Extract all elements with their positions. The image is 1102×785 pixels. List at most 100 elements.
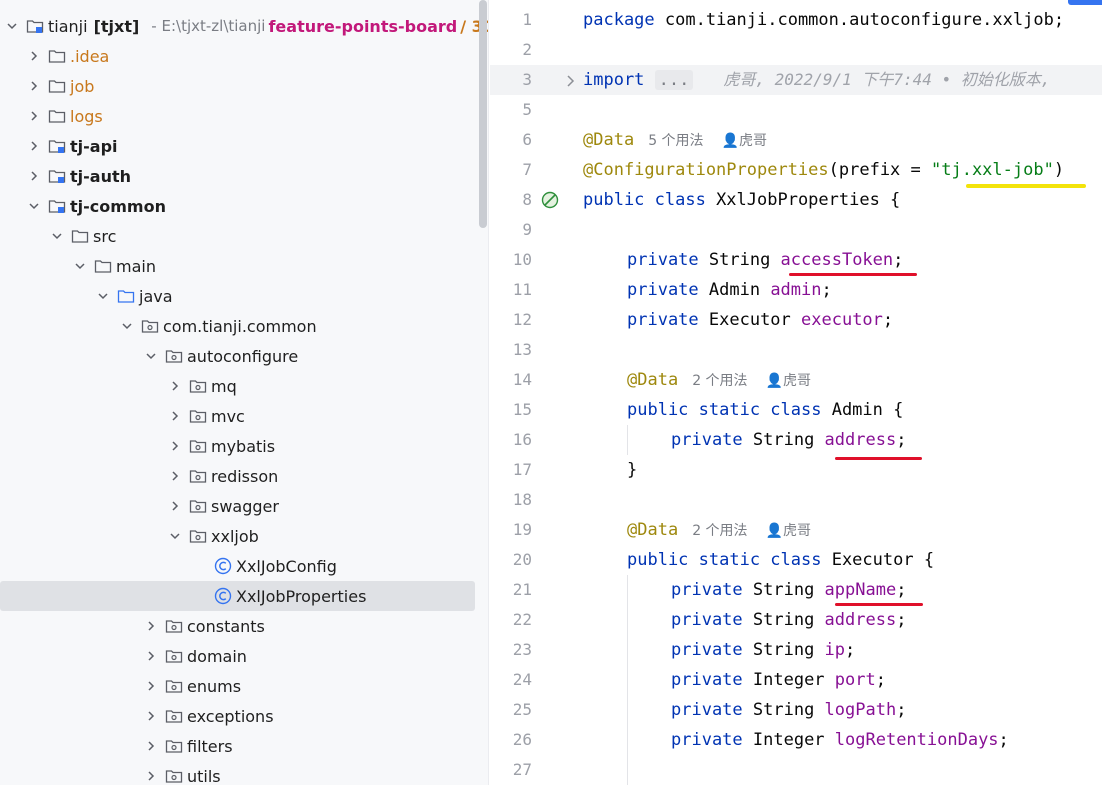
line-number: 1 xyxy=(522,10,532,29)
tree-item-mvc[interactable]: mvc xyxy=(0,401,480,431)
chevron-right-icon[interactable] xyxy=(143,618,159,634)
tree-item-tj-api[interactable]: tj-api xyxy=(0,131,480,161)
chevron-right-icon[interactable] xyxy=(26,168,42,184)
chevron-right-icon[interactable] xyxy=(143,648,159,664)
tree-item-xxljobproperties[interactable]: XxlJobProperties xyxy=(0,581,475,611)
chevron-right-icon[interactable] xyxy=(143,708,159,724)
spring-bean-gutter-icon[interactable] xyxy=(541,191,559,209)
line-number: 27 xyxy=(512,760,532,779)
code-line-10[interactable]: 10 private String accessToken; xyxy=(490,245,1102,275)
chevron-right-icon[interactable] xyxy=(26,108,42,124)
code-line-19[interactable]: 19 @Data 2 个用法 👤虎哥 xyxy=(490,515,1102,545)
tree-item-idea[interactable]: .idea xyxy=(0,41,480,71)
code-line-25[interactable]: 25 private String logPath; xyxy=(490,695,1102,725)
code-line-20[interactable]: 20 public static class Executor { xyxy=(490,545,1102,575)
tree-item-root[interactable]: tianji [tjxt] - E:\tjxt-zl\tianji featur… xyxy=(0,11,488,41)
chevron-right-icon[interactable] xyxy=(26,48,42,64)
module-folder-icon xyxy=(48,167,66,185)
tree-item-enums[interactable]: enums xyxy=(0,671,480,701)
chevron-down-icon[interactable] xyxy=(49,228,65,244)
author-hint[interactable]: 虎哥 xyxy=(739,133,767,149)
folded-code-placeholder[interactable]: ... xyxy=(654,70,694,90)
git-blame-annotation: 虎哥, 2022/9/1 下午7:44 • 初始化版本, xyxy=(723,70,1051,89)
code-line-2[interactable]: 2 xyxy=(490,35,1102,65)
code-line-18[interactable]: 18 xyxy=(490,485,1102,515)
tree-item-utils[interactable]: utils xyxy=(0,761,480,785)
chevron-right-icon[interactable] xyxy=(167,408,183,424)
code-line-5[interactable]: 5 xyxy=(490,95,1102,125)
code-line-23[interactable]: 23 private String ip; xyxy=(490,635,1102,665)
chevron-right-icon[interactable] xyxy=(143,738,159,754)
chevron-right-icon[interactable] xyxy=(26,138,42,154)
code-editor[interactable]: 1 package com.tianji.common.autoconfigur… xyxy=(490,0,1102,785)
line-number: 9 xyxy=(522,220,532,239)
chevron-down-icon[interactable] xyxy=(143,348,159,364)
chevron-right-icon[interactable] xyxy=(167,468,183,484)
tree-item-domain[interactable]: domain xyxy=(0,641,480,671)
code-line-24[interactable]: 24 private Integer port; xyxy=(490,665,1102,695)
code-line-27[interactable]: 27 xyxy=(490,755,1102,785)
tree-item-java[interactable]: java xyxy=(0,281,480,311)
code-line-16[interactable]: 16 private String address; xyxy=(490,425,1102,455)
code-line-6[interactable]: 6 @Data 5 个用法 👤虎哥 xyxy=(490,125,1102,155)
chevron-down-icon[interactable] xyxy=(119,318,135,334)
chevron-down-icon[interactable] xyxy=(26,198,42,214)
source-folder-icon xyxy=(117,287,135,305)
tree-item-job[interactable]: job xyxy=(0,71,480,101)
tree-item-tj-auth[interactable]: tj-auth xyxy=(0,161,480,191)
package-icon xyxy=(165,767,183,785)
chevron-down-icon[interactable] xyxy=(4,18,20,34)
author-hint[interactable]: 虎哥 xyxy=(783,373,811,389)
root-path: - E:\tjxt-zl\tianji xyxy=(151,17,266,35)
chevron-right-icon[interactable] xyxy=(143,768,159,784)
tree-item-com-tianji-common[interactable]: com.tianji.common xyxy=(0,311,480,341)
tree-item-swagger[interactable]: swagger xyxy=(0,491,480,521)
chevron-down-icon[interactable] xyxy=(167,528,183,544)
tree-item-main[interactable]: main xyxy=(0,251,480,281)
tree-item-tj-common[interactable]: tj-common xyxy=(0,191,480,221)
tree-item-constants[interactable]: constants xyxy=(0,611,480,641)
code-line-21[interactable]: 21 private String appName; xyxy=(490,575,1102,605)
chevron-down-icon[interactable] xyxy=(72,258,88,274)
code-line-13[interactable]: 13 xyxy=(490,335,1102,365)
chevron-right-icon[interactable] xyxy=(26,78,42,94)
code-line-1[interactable]: 1 package com.tianji.common.autoconfigur… xyxy=(490,5,1102,35)
code-line-9[interactable]: 9 xyxy=(490,215,1102,245)
tree-item-logs[interactable]: logs xyxy=(0,101,480,131)
usages-hint[interactable]: 2 个用法 👤虎哥 xyxy=(692,373,811,389)
tree-item-redisson[interactable]: redisson xyxy=(0,461,480,491)
person-icon: 👤 xyxy=(765,373,783,389)
code-line-26[interactable]: 26 private Integer logRetentionDays; xyxy=(490,725,1102,755)
chevron-right-icon[interactable] xyxy=(167,438,183,454)
code-line-12[interactable]: 12 private Executor executor; xyxy=(490,305,1102,335)
line-number: 10 xyxy=(512,250,532,269)
line-number: 2 xyxy=(522,40,532,59)
line-number: 20 xyxy=(512,550,532,569)
code-line-11[interactable]: 11 private Admin admin; xyxy=(490,275,1102,305)
tree-scrollbar[interactable] xyxy=(479,0,487,228)
code-line-15[interactable]: 15 public static class Admin { xyxy=(490,395,1102,425)
tree-item-mq[interactable]: mq xyxy=(0,371,480,401)
usages-hint[interactable]: 5 个用法 👤虎哥 xyxy=(648,133,767,149)
tree-item-filters[interactable]: filters xyxy=(0,731,480,761)
code-line-22[interactable]: 22 private String address; xyxy=(490,605,1102,635)
chevron-right-icon[interactable] xyxy=(143,678,159,694)
chevron-right-icon[interactable] xyxy=(167,378,183,394)
chevron-down-icon[interactable] xyxy=(95,288,111,304)
code-line-8[interactable]: 8 public class XxlJobProperties { xyxy=(490,185,1102,215)
tree-item-mybatis[interactable]: mybatis xyxy=(0,431,480,461)
usages-hint[interactable]: 2 个用法 👤虎哥 xyxy=(692,523,811,539)
author-hint[interactable]: 虎哥 xyxy=(783,523,811,539)
tree-item-xxljob[interactable]: xxljob xyxy=(0,521,480,551)
tree-item-xxljobconfig[interactable]: XxlJobConfig xyxy=(0,551,480,581)
tree-item-autoconfigure[interactable]: autoconfigure xyxy=(0,341,480,371)
code-line-7[interactable]: 7 @ConfigurationProperties(prefix = "tj.… xyxy=(490,155,1102,185)
tree-item-src[interactable]: src xyxy=(0,221,480,251)
tree-item-exceptions[interactable]: exceptions xyxy=(0,701,480,731)
code-line-3-folded-imports[interactable]: 3 import ... 虎哥, 2022/9/1 下午7:44 • 初始化版本, xyxy=(490,65,1102,95)
code-line-14[interactable]: 14 @Data 2 个用法 👤虎哥 xyxy=(490,365,1102,395)
package-icon xyxy=(189,467,207,485)
chevron-right-icon[interactable] xyxy=(167,498,183,514)
code-line-17[interactable]: 17 } xyxy=(490,455,1102,485)
fold-expand-icon[interactable] xyxy=(565,73,577,87)
